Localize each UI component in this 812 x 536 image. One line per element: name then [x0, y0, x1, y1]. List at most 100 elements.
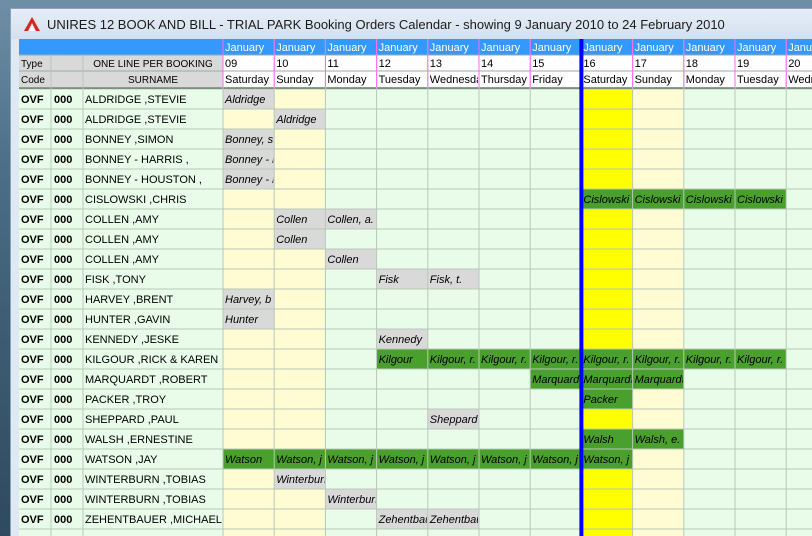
- booking-label[interactable]: Winterburn: [276, 474, 330, 486]
- booking-label[interactable]: Watson, j: [532, 454, 578, 466]
- day-header-date[interactable]: 15: [532, 58, 544, 70]
- row-surname[interactable]: COLLEN ,AMY: [85, 254, 160, 266]
- row-surname[interactable]: SHEPPARD ,PAUL: [85, 414, 179, 426]
- day-header-date[interactable]: 19: [737, 58, 749, 70]
- row-surname[interactable]: KILGOUR ,RICK & KAREN: [85, 354, 218, 366]
- booking-label[interactable]: Watson, j: [379, 454, 425, 466]
- booking-label[interactable]: Bonney, s: [225, 134, 274, 146]
- booking-label[interactable]: Sheppard: [430, 414, 479, 426]
- booking-label[interactable]: Kilgour, r.: [583, 354, 629, 366]
- booking-label[interactable]: Marquardt: [532, 374, 583, 386]
- row-surname[interactable]: PACKER ,TROY: [85, 394, 167, 406]
- row-surname[interactable]: COLLEN ,AMY: [85, 234, 160, 246]
- booking-label[interactable]: Collen: [276, 234, 307, 246]
- booking-label[interactable]: Bonney - h: [225, 174, 278, 186]
- booking-label[interactable]: Kilgour, r.: [737, 354, 783, 366]
- booking-label[interactable]: Collen: [276, 214, 307, 226]
- row-surname[interactable]: CISLOWSKI ,CHRIS: [85, 194, 186, 206]
- day-header-date[interactable]: 17: [635, 58, 647, 70]
- booking-label[interactable]: Kilgour, r.: [532, 354, 578, 366]
- row-surname[interactable]: FISK ,TONY: [85, 274, 147, 286]
- booking-label[interactable]: Fisk, t.: [430, 274, 462, 286]
- booking-label[interactable]: Collen: [327, 254, 358, 266]
- row-surname[interactable]: ALDRIDGE ,STEVIE: [85, 94, 186, 106]
- row-surname[interactable]: BONNEY - HARRIS ,: [85, 154, 189, 166]
- row-surname[interactable]: WINTERBURN ,TOBIAS: [85, 494, 206, 506]
- day-header-date[interactable]: 10: [276, 58, 288, 70]
- day-header-month[interactable]: January: [737, 42, 777, 54]
- row-surname[interactable]: ZEHENTBAUER ,MICHAEL: [85, 514, 222, 526]
- day-header-month[interactable]: January: [788, 42, 812, 54]
- booking-label[interactable]: Aldridge: [224, 94, 265, 106]
- day-header-weekday[interactable]: Monday: [327, 74, 367, 86]
- booking-label[interactable]: Packer: [583, 394, 619, 406]
- booking-label[interactable]: Marquardt: [583, 374, 634, 386]
- booking-label[interactable]: Cislowski: [737, 194, 783, 206]
- day-header-month[interactable]: January: [430, 42, 470, 54]
- day-header-month[interactable]: January: [532, 42, 572, 54]
- row-surname[interactable]: WALSH ,ERNESTINE: [85, 434, 193, 446]
- booking-label[interactable]: Hunter: [225, 314, 259, 326]
- booking-label[interactable]: Walsh: [583, 434, 613, 446]
- booking-label[interactable]: Watson, j: [583, 454, 629, 466]
- row-surname[interactable]: BONNEY - HOUSTON ,: [85, 174, 202, 186]
- booking-label[interactable]: Kilgour, r.: [635, 354, 681, 366]
- day-header-month[interactable]: January: [686, 42, 726, 54]
- booking-label[interactable]: Zehentbau: [429, 514, 483, 526]
- booking-label[interactable]: Kilgour, r.: [686, 354, 732, 366]
- day-header-date[interactable]: 14: [481, 58, 493, 70]
- booking-label[interactable]: Walsh, e.: [635, 434, 681, 446]
- day-header-date[interactable]: 11: [327, 58, 338, 70]
- booking-label[interactable]: Watson, j: [481, 454, 527, 466]
- day-header-month[interactable]: January: [635, 42, 675, 54]
- booking-label[interactable]: Watson, j: [430, 454, 476, 466]
- booking-label[interactable]: Kilgour, r.: [430, 354, 476, 366]
- day-header-weekday[interactable]: Saturday: [583, 74, 628, 86]
- day-header-date[interactable]: 20: [788, 58, 800, 70]
- row-surname[interactable]: WATSON ,JAY: [85, 454, 158, 466]
- booking-label[interactable]: Kilgour, r.: [481, 354, 527, 366]
- day-header-month[interactable]: January: [583, 42, 623, 54]
- day-header-weekday[interactable]: Sunday: [276, 74, 314, 86]
- day-header-weekday[interactable]: Tuesday: [379, 74, 421, 86]
- booking-label[interactable]: Cislowski: [635, 194, 681, 206]
- booking-label[interactable]: Watson, j: [327, 454, 373, 466]
- booking-label[interactable]: Winterburn: [327, 494, 381, 506]
- day-header-weekday[interactable]: Monday: [686, 74, 726, 86]
- day-header-month[interactable]: January: [225, 42, 265, 54]
- booking-label[interactable]: Watson, j: [276, 454, 322, 466]
- booking-label[interactable]: Cislowski: [583, 194, 629, 206]
- day-header-date[interactable]: 16: [583, 58, 595, 70]
- row-surname[interactable]: WINTERBURN ,TOBIAS: [85, 474, 206, 486]
- day-header-date[interactable]: 09: [225, 58, 237, 70]
- booking-label[interactable]: Collen, a.: [327, 214, 373, 226]
- booking-label[interactable]: Kilgour: [379, 354, 415, 366]
- day-header-date[interactable]: 18: [686, 58, 698, 70]
- booking-label[interactable]: Kennedy: [379, 334, 424, 346]
- row-surname[interactable]: ALDRIDGE ,STEVIE: [85, 114, 186, 126]
- day-header-month[interactable]: January: [379, 42, 419, 54]
- row-surname[interactable]: HUNTER ,GAVIN: [85, 314, 170, 326]
- booking-label[interactable]: Harvey, b: [225, 294, 271, 306]
- booking-label[interactable]: Marquardt: [635, 374, 686, 386]
- row-surname[interactable]: HARVEY ,BRENT: [85, 294, 174, 306]
- booking-label[interactable]: Cislowski: [686, 194, 732, 206]
- day-header-weekday[interactable]: Saturday: [225, 74, 270, 86]
- title-bar[interactable]: UNIRES 12 BOOK AND BILL - TRIAL PARK Boo…: [11, 9, 812, 39]
- day-header-date[interactable]: 13: [430, 58, 442, 70]
- day-header-month[interactable]: January: [481, 42, 521, 54]
- booking-label[interactable]: Aldridge: [275, 114, 316, 126]
- row-surname[interactable]: MARQUARDT ,ROBERT: [85, 374, 208, 386]
- row-surname[interactable]: BONNEY ,SIMON: [85, 134, 173, 146]
- row-surname[interactable]: KENNEDY ,JESKE: [85, 334, 179, 346]
- day-header-date[interactable]: 12: [379, 58, 391, 70]
- booking-label[interactable]: Fisk: [379, 274, 400, 286]
- booking-label[interactable]: Watson: [225, 454, 262, 466]
- booking-label[interactable]: Bonney - h: [225, 154, 278, 166]
- day-header-month[interactable]: January: [327, 42, 367, 54]
- booking-label[interactable]: Zehentbau: [378, 514, 432, 526]
- day-header-weekday[interactable]: Friday: [532, 74, 563, 86]
- row-surname[interactable]: COLLEN ,AMY: [85, 214, 160, 226]
- day-header-month[interactable]: January: [276, 42, 316, 54]
- day-header-weekday[interactable]: Wednesday: [788, 74, 812, 86]
